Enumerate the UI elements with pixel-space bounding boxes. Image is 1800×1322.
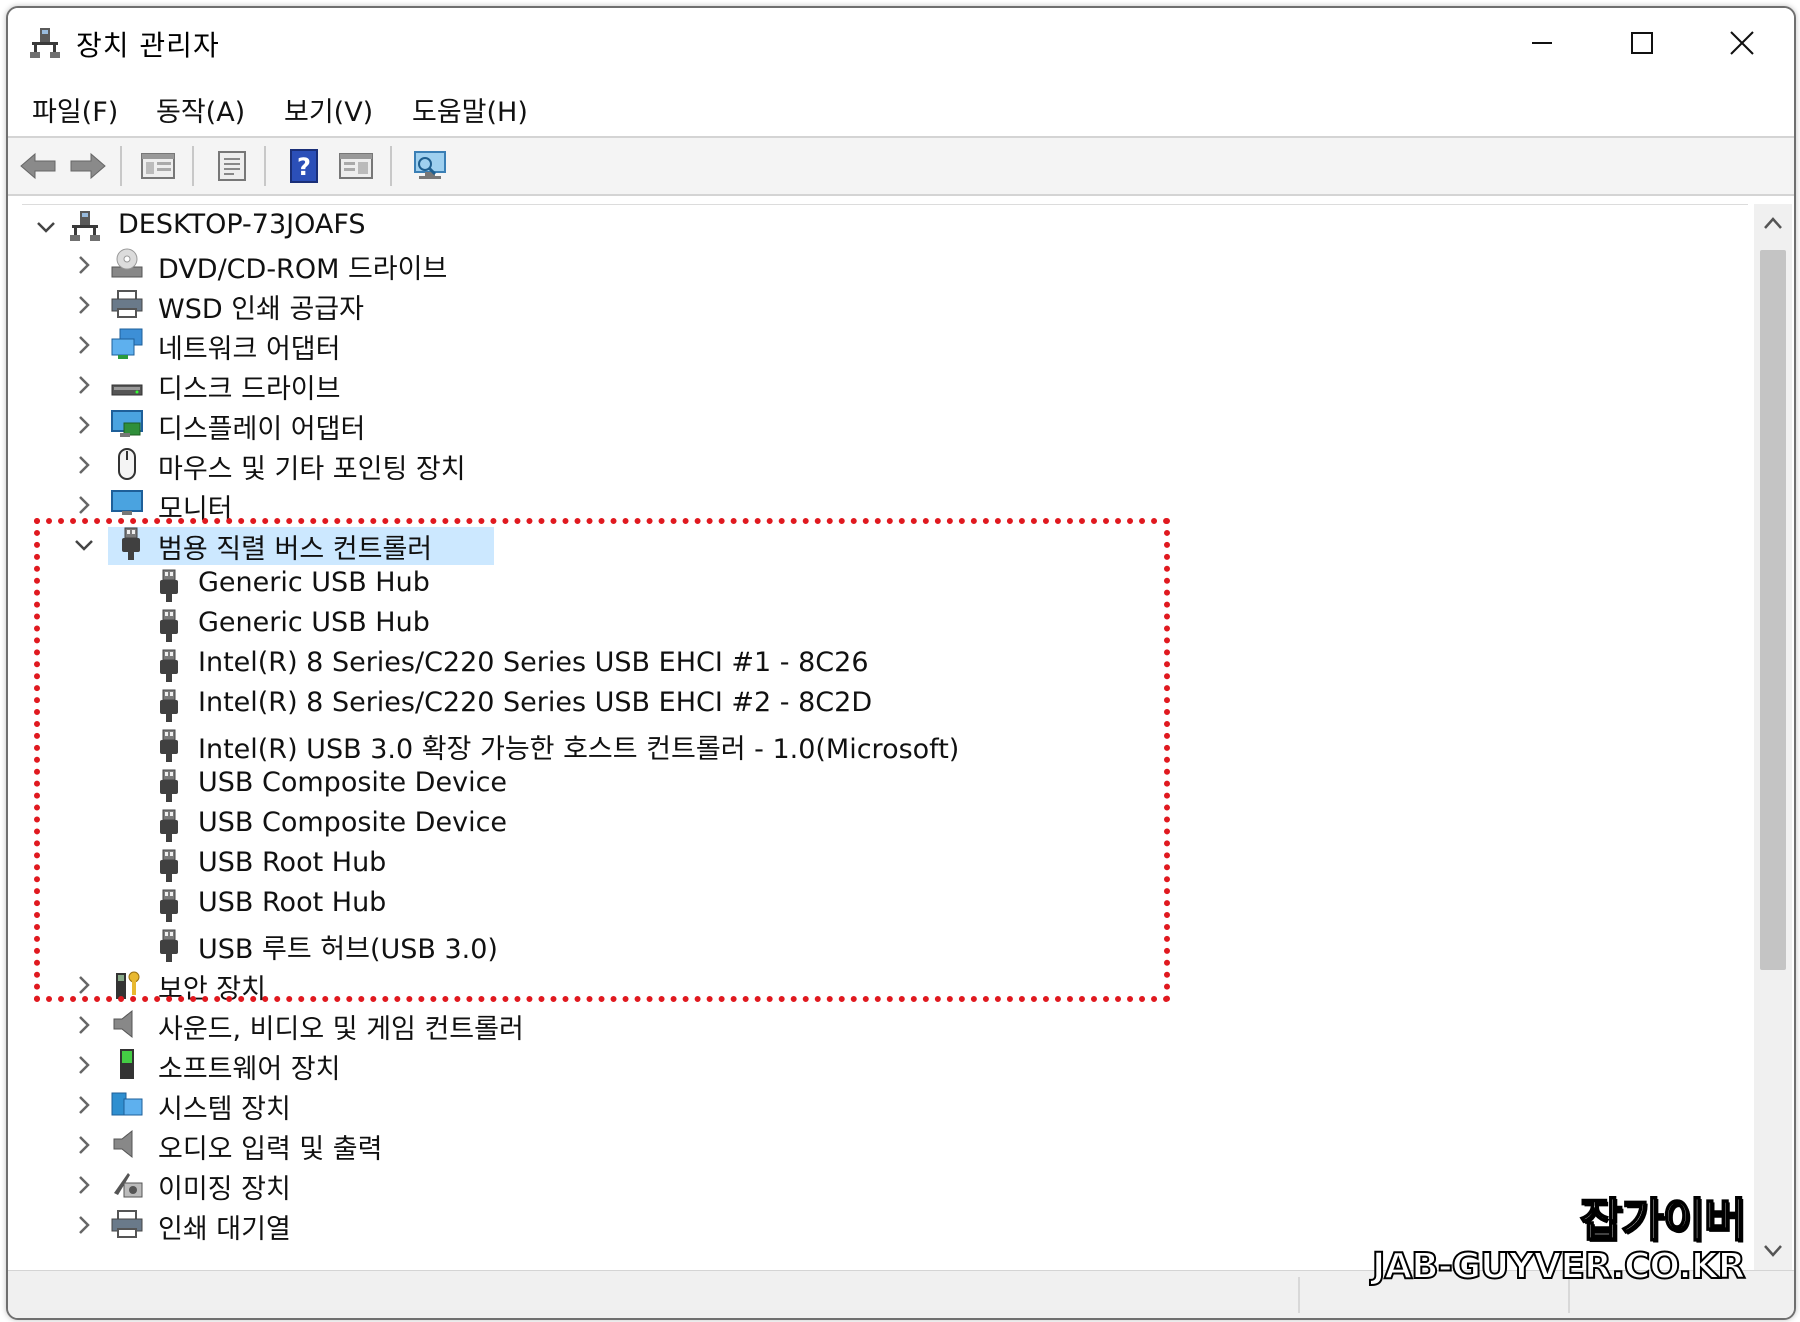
minimize-button[interactable] xyxy=(1492,8,1592,78)
driver-view-icon xyxy=(339,153,373,179)
scrollbar-thumb[interactable] xyxy=(1760,250,1786,970)
svg-text:?: ? xyxy=(297,153,311,181)
arrow-right-icon xyxy=(70,152,106,180)
toolbar-divider xyxy=(8,194,1794,196)
watermark-url: JAB-GUYVER.CO.KR xyxy=(1371,1245,1747,1288)
chevron-right-icon[interactable] xyxy=(72,333,96,357)
toolbar-separator xyxy=(264,146,266,186)
category-label: 이미징 장치 xyxy=(158,1174,291,1205)
tree-root-label: DESKTOP-73JOAFS xyxy=(118,209,366,240)
category-label: 마우스 및 기타 포인팅 장치 xyxy=(158,454,466,485)
chevron-down-icon[interactable] xyxy=(34,215,58,239)
mouse-icon xyxy=(118,448,136,480)
category-label: 시스템 장치 xyxy=(158,1094,291,1125)
chevron-right-icon[interactable] xyxy=(72,493,96,517)
display-adapter-icon xyxy=(111,410,143,437)
chevron-right-icon[interactable] xyxy=(72,1173,96,1197)
console-tree-icon xyxy=(141,153,175,179)
forward-button[interactable] xyxy=(68,146,108,186)
toolbar-separator xyxy=(192,146,194,186)
chevron-right-icon[interactable] xyxy=(72,1213,96,1237)
chevron-right-icon[interactable] xyxy=(72,373,96,397)
category-label: 소프트웨어 장치 xyxy=(158,1054,341,1085)
scan-hardware-icon xyxy=(414,151,446,179)
scroll-down-icon[interactable] xyxy=(1763,1244,1783,1258)
vertical-scrollbar[interactable] xyxy=(1754,204,1792,1270)
menu-help[interactable]: 도움말(H) xyxy=(412,90,528,129)
category-label: 네트워크 어댑터 xyxy=(158,334,341,365)
toolbar-separator xyxy=(390,146,392,186)
status-divider xyxy=(1298,1277,1300,1313)
category-label: DVD/CD-ROM 드라이브 xyxy=(158,254,448,285)
category-label: 디스크 드라이브 xyxy=(158,374,341,405)
window-title: 장치 관리자 xyxy=(76,29,220,62)
dvd-drive-icon xyxy=(111,248,143,278)
scan-hardware-button[interactable] xyxy=(410,146,450,186)
software-device-icon xyxy=(120,1049,134,1079)
imaging-device-icon xyxy=(114,1173,143,1198)
help-button[interactable]: ? xyxy=(284,146,324,186)
device-manager-icon xyxy=(30,28,60,58)
computer-icon xyxy=(70,211,100,241)
audio-io-icon xyxy=(113,1129,133,1159)
properties-button[interactable] xyxy=(212,146,252,186)
chevron-right-icon[interactable] xyxy=(72,253,96,277)
disk-drive-icon xyxy=(111,384,143,396)
chevron-right-icon[interactable] xyxy=(72,1013,96,1037)
category-label: 디스플레이 어댑터 xyxy=(158,414,366,445)
chevron-right-icon[interactable] xyxy=(72,413,96,437)
minimize-icon xyxy=(1532,42,1552,44)
system-device-icon xyxy=(111,1092,143,1116)
toolbar: ? xyxy=(8,138,1794,194)
show-hide-console-tree-button[interactable] xyxy=(138,146,178,186)
chevron-right-icon[interactable] xyxy=(72,1133,96,1157)
toolbar-separator xyxy=(120,146,122,186)
chevron-right-icon[interactable] xyxy=(72,293,96,317)
back-button[interactable] xyxy=(18,146,58,186)
update-driver-button[interactable] xyxy=(336,146,376,186)
maximize-icon xyxy=(1631,32,1653,54)
category-label: 사운드, 비디오 및 게임 컨트롤러 xyxy=(158,1014,524,1045)
category-label: 인쇄 대기열 xyxy=(158,1214,291,1245)
chevron-right-icon[interactable] xyxy=(72,453,96,477)
print-queue-icon xyxy=(111,1210,143,1238)
red-dashed-highlight xyxy=(34,518,1170,1002)
arrow-left-icon xyxy=(20,152,56,180)
menu-action[interactable]: 동작(A) xyxy=(156,90,245,129)
category-label: 오디오 입력 및 출력 xyxy=(158,1134,383,1165)
speaker-icon xyxy=(113,1009,133,1039)
help-icon: ? xyxy=(290,149,318,183)
network-adapter-icon xyxy=(111,328,143,359)
chevron-right-icon[interactable] xyxy=(72,1053,96,1077)
close-icon xyxy=(1730,31,1754,55)
category-label: WSD 인쇄 공급자 xyxy=(158,294,364,325)
menu-file[interactable]: 파일(F) xyxy=(32,90,118,129)
watermark-title: 잡가이버 xyxy=(1579,1192,1747,1248)
close-button[interactable] xyxy=(1692,8,1792,78)
chevron-right-icon[interactable] xyxy=(72,1093,96,1117)
menu-view[interactable]: 보기(V) xyxy=(284,90,373,129)
properties-icon xyxy=(218,151,246,181)
monitor-icon xyxy=(111,490,143,515)
maximize-button[interactable] xyxy=(1592,8,1692,78)
menu-bar: 파일(F) 동작(A) 보기(V) 도움말(H) xyxy=(8,84,1794,136)
title-bar[interactable]: 장치 관리자 xyxy=(8,8,1794,78)
printer-icon xyxy=(111,290,143,318)
scroll-up-icon[interactable] xyxy=(1763,216,1783,230)
